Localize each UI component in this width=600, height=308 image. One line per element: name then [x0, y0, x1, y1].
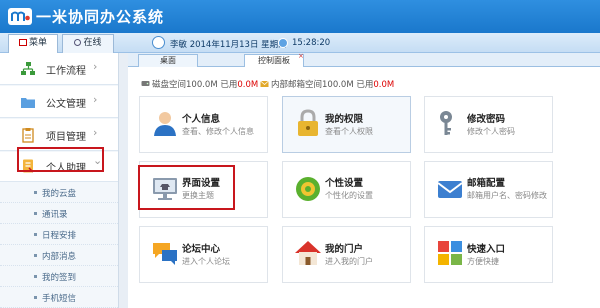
card-desc: 查看个人权限: [325, 127, 373, 136]
sidebar-scrollbar[interactable]: [118, 53, 128, 308]
subnav-item-sms[interactable]: 手机短信: [0, 287, 118, 308]
tab-menu-label: 菜单: [28, 38, 47, 48]
nav-item-workflow[interactable]: 工作流程 ›: [0, 53, 120, 85]
card-desc: 进入个人论坛: [182, 257, 230, 266]
tab-control-panel[interactable]: 控制面板: [244, 54, 304, 67]
clipboard-icon: [22, 128, 34, 143]
disk-quota: 磁盘空间100.0M 已用0.0M: [152, 78, 258, 90]
workflow-icon: [21, 62, 35, 75]
card-desc: 邮箱用户名、密码修改: [467, 191, 547, 200]
card-forum-center[interactable]: 论坛中心 进入个人论坛: [139, 226, 268, 283]
subnav-item-label: 我的云盘: [42, 189, 77, 199]
card-title: 个性设置: [325, 178, 364, 189]
highlight-box: [138, 165, 235, 210]
close-tab-icon[interactable]: ×: [298, 52, 306, 60]
chevron-right-icon: ›: [93, 126, 98, 139]
mail-quota-used: 0.0M: [373, 80, 395, 90]
card-desc: 修改个人密码: [467, 127, 515, 136]
nav-item-label: 工作流程: [46, 66, 86, 77]
highlight-box: [17, 147, 104, 172]
card-personalization[interactable]: 个性设置 个性化的设置: [282, 161, 411, 218]
subnav-item-contacts[interactable]: 通讯录: [0, 203, 118, 224]
card-quick-access[interactable]: 快速入口 方便快捷: [424, 226, 553, 283]
card-my-portal[interactable]: 我的门户 进入我的门户: [282, 226, 411, 283]
mail-quota: 内部邮箱空间100.0M 已用0.0M: [271, 78, 394, 90]
logo-icon: [8, 8, 32, 25]
card-title: 修改密码: [467, 114, 506, 125]
user-info: 李敏 2014年11月13日 星期四: [170, 40, 287, 50]
card-title: 我的权限: [325, 114, 364, 125]
card-desc: 个性化的设置: [325, 191, 373, 200]
subnav-item-schedule[interactable]: 日程安排: [0, 224, 118, 245]
tab-desktop[interactable]: 桌面: [138, 54, 198, 67]
card-title: 邮箱配置: [467, 178, 506, 189]
bullet-icon: [34, 233, 37, 236]
lock-icon: [298, 109, 318, 136]
forum-icon: [153, 243, 177, 265]
menu-icon: [18, 39, 27, 46]
nav-item-label: 项目管理: [46, 132, 86, 143]
card-desc: 方便快捷: [467, 257, 499, 266]
disk-quota-label: 磁盘空间100.0M 已用: [152, 80, 238, 90]
nav-item-label: 公文管理: [46, 99, 86, 110]
bullet-icon: [34, 254, 37, 257]
gear-icon: [296, 177, 320, 201]
card-title: 快速入口: [467, 244, 506, 255]
subnav-item-messages[interactable]: 内部消息: [0, 245, 118, 266]
mail-icon: [437, 181, 463, 198]
subnav-item-label: 通讯录: [42, 210, 68, 220]
subnav-item-cloud-disk[interactable]: 我的云盘: [0, 182, 118, 203]
subnav-item-label: 日程安排: [42, 231, 77, 241]
key-icon: [440, 111, 452, 135]
subnav-item-checkin[interactable]: 我的签到: [0, 266, 118, 287]
mailbox-icon: [260, 80, 269, 87]
card-mailbox-config[interactable]: 邮箱配置 邮箱用户名、密码修改: [424, 161, 553, 218]
chevron-right-icon: ›: [93, 60, 98, 73]
mail-quota-label: 内部邮箱空间100.0M 已用: [271, 80, 374, 90]
tab-menu[interactable]: 菜单: [8, 34, 58, 53]
disk-icon: [141, 81, 150, 86]
tab-online-label: 在线: [83, 38, 102, 48]
card-desc: 进入我的门户: [325, 257, 373, 266]
online-user-icon: [74, 39, 82, 46]
bullet-icon: [34, 212, 37, 215]
card-personal-info[interactable]: 个人信息 查看、修改个人信息: [139, 96, 268, 153]
clock-icon: [278, 38, 288, 48]
app-title: 一米协同办公系统: [36, 8, 165, 26]
card-my-permissions[interactable]: 我的权限 查看个人权限: [282, 96, 411, 153]
disk-quota-used: 0.0M: [237, 80, 259, 90]
tab-online[interactable]: 在线: [62, 34, 114, 53]
bullet-icon: [34, 296, 37, 299]
card-desc: 查看、修改个人信息: [182, 127, 254, 136]
chevron-right-icon: ›: [93, 93, 98, 106]
card-change-password[interactable]: 修改密码 修改个人密码: [424, 96, 553, 153]
person-icon: [154, 112, 176, 136]
clock-time: 15:28:20: [292, 38, 331, 48]
folder-icon: [21, 98, 35, 108]
content-tabstrip: [128, 53, 600, 67]
card-title: 个人信息: [182, 114, 221, 125]
nav-item-documents[interactable]: 公文管理 ›: [0, 86, 120, 118]
bullet-icon: [34, 275, 37, 278]
home-icon: [295, 241, 321, 265]
card-title: 我的门户: [325, 244, 364, 255]
bullet-icon: [34, 191, 37, 194]
subnav-item-label: 手机短信: [42, 294, 77, 304]
subnav-item-label: 内部消息: [42, 252, 77, 262]
card-title: 论坛中心: [182, 244, 221, 255]
subnav-item-label: 我的签到: [42, 273, 77, 283]
avatar-icon: [152, 36, 165, 49]
tiles-icon: [438, 241, 462, 265]
